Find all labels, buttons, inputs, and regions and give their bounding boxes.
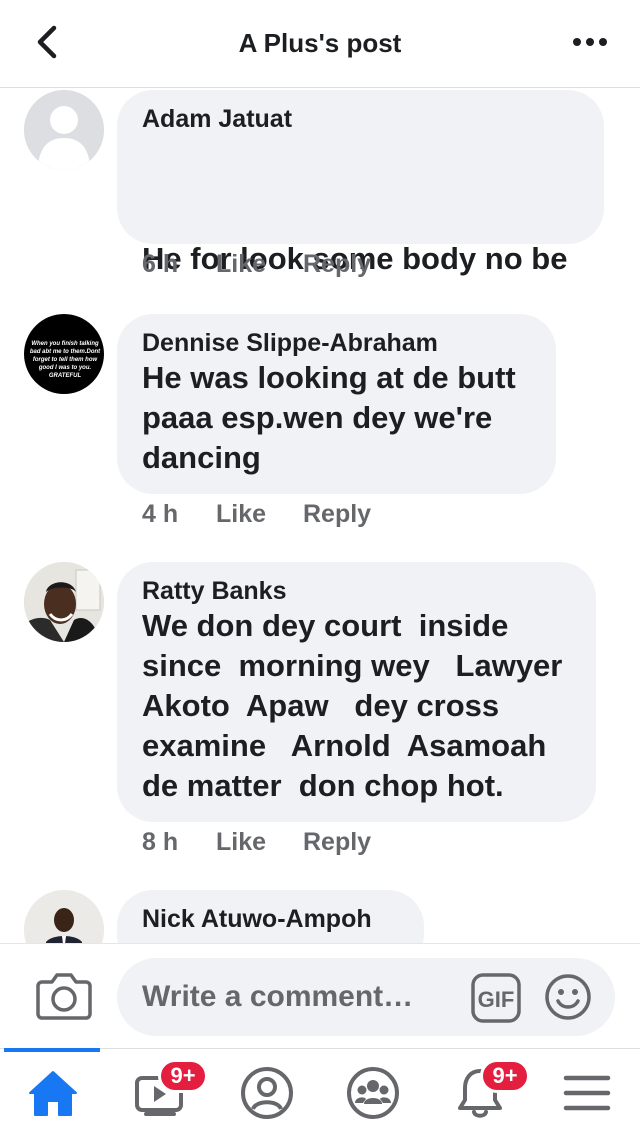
- top-bar: A Plus's post: [0, 0, 640, 88]
- comment-text: He was looking at de butt paaa esp.wen d…: [142, 360, 516, 475]
- avatar[interactable]: [24, 890, 104, 943]
- groups-icon: [347, 1067, 399, 1119]
- comment-composer: GIF: [0, 943, 640, 1048]
- comments-list[interactable]: Adam Jatuat He for look some body no be …: [0, 88, 640, 943]
- comment-timestamp[interactable]: 8 h: [142, 828, 216, 857]
- comment-actions: 4 h Like Reply: [142, 500, 371, 529]
- default-profile-icon: [24, 90, 104, 170]
- comment-actions: 8 h Like Reply: [142, 828, 371, 857]
- avatar[interactable]: When you finish talking bad abt me to th…: [24, 314, 104, 394]
- comment-timestamp[interactable]: 4 h: [142, 500, 216, 529]
- home-icon: [29, 1071, 77, 1116]
- comment-author[interactable]: Dennise Slippe-Abraham: [142, 328, 531, 358]
- tab-home[interactable]: [3, 1049, 103, 1136]
- profile-photo: [24, 890, 104, 943]
- comment-input[interactable]: [142, 980, 442, 1014]
- back-button[interactable]: [28, 22, 68, 62]
- comment-timestamp[interactable]: 6 h: [142, 250, 216, 279]
- gif-icon: GIF: [471, 973, 521, 1023]
- comment-actions: 6 h Like Reply: [142, 250, 371, 279]
- comment-bubble[interactable]: Adam Jatuat He for look some body no be …: [117, 90, 604, 426]
- comment-text: We don dey court inside since morning we…: [142, 608, 563, 803]
- more-dots-icon: [573, 38, 607, 46]
- avatar-caption: When you finish talking bad abt me to th…: [29, 341, 101, 379]
- emoji-button[interactable]: [544, 973, 592, 1021]
- notifications-badge: 9+: [480, 1059, 530, 1093]
- post-comments-screen: A Plus's post Adam Jatuat He for look so…: [0, 0, 640, 1136]
- comment-input-box[interactable]: GIF: [117, 958, 615, 1036]
- avatar[interactable]: [24, 90, 104, 170]
- tab-watch[interactable]: 9+: [110, 1049, 210, 1136]
- like-button[interactable]: Like: [216, 828, 303, 857]
- page-title: A Plus's post: [238, 28, 402, 58]
- more-options-button[interactable]: [570, 24, 610, 60]
- tab-menu[interactable]: [537, 1049, 637, 1136]
- camera-button[interactable]: [36, 970, 92, 1020]
- profile-photo: [24, 562, 104, 642]
- avatar[interactable]: [24, 562, 104, 642]
- watch-notification-badge: 9+: [158, 1059, 208, 1093]
- chevron-left-icon: [37, 25, 57, 59]
- comment-bubble[interactable]: Ratty Banks We don dey court inside sinc…: [117, 562, 596, 822]
- tab-profile[interactable]: [217, 1049, 317, 1136]
- like-button[interactable]: Like: [216, 250, 303, 279]
- tab-groups[interactable]: [323, 1049, 423, 1136]
- comment-author[interactable]: Nick Atuwo-Ampoh: [142, 904, 399, 934]
- gif-button[interactable]: GIF: [471, 973, 521, 1023]
- hamburger-menu-icon: [563, 1075, 611, 1111]
- reply-button[interactable]: Reply: [303, 828, 371, 857]
- reply-button[interactable]: Reply: [303, 500, 371, 529]
- tab-notifications[interactable]: 9+: [430, 1049, 530, 1136]
- profile-icon: [241, 1067, 293, 1119]
- bottom-tab-bar: 9+ 9+: [0, 1048, 640, 1136]
- comment-bubble[interactable]: Dennise Slippe-Abraham He was looking at…: [117, 314, 556, 494]
- comment-author[interactable]: Adam Jatuat: [142, 104, 579, 134]
- reply-button[interactable]: Reply: [303, 250, 371, 279]
- gif-label: GIF: [478, 987, 515, 1012]
- comment-author[interactable]: Ratty Banks: [142, 576, 571, 606]
- comment-bubble[interactable]: Nick Atuwo-Ampoh: [117, 890, 424, 943]
- camera-icon: [36, 973, 92, 1020]
- smiley-icon: [545, 974, 591, 1020]
- like-button[interactable]: Like: [216, 500, 303, 529]
